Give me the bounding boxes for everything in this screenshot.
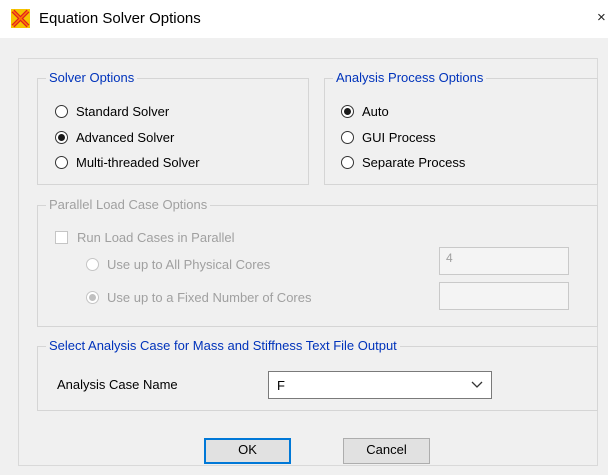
fixed-cores-field[interactable] — [439, 282, 569, 310]
radio-button-disabled[interactable] — [86, 257, 99, 271]
run-in-parallel-checkbox-row[interactable]: Run Load Cases in Parallel — [55, 227, 235, 247]
radio-button-disabled-checked[interactable] — [86, 290, 99, 304]
window-title: Equation Solver Options — [39, 10, 201, 27]
parallel-load-case-legend: Parallel Load Case Options — [46, 197, 211, 213]
radio-button[interactable] — [341, 155, 354, 169]
radio-all-physical-cores[interactable]: Use up to All Physical Cores — [86, 254, 270, 274]
cancel-button[interactable]: Cancel — [343, 438, 430, 464]
physical-cores-field[interactable]: 4 — [439, 247, 569, 275]
run-in-parallel-checkbox[interactable] — [55, 230, 68, 244]
ok-button[interactable]: OK — [204, 438, 291, 464]
radio-multithreaded-solver[interactable]: Multi-threaded Solver — [55, 152, 200, 172]
auto-label: Auto — [362, 103, 389, 119]
close-icon[interactable]: × — [597, 9, 606, 26]
all-physical-cores-label: Use up to All Physical Cores — [107, 256, 271, 272]
analysis-case-value: F — [277, 378, 285, 393]
title-bar: Equation Solver Options × — [0, 0, 608, 38]
radio-standard-solver[interactable]: Standard Solver — [55, 101, 169, 121]
advanced-solver-label: Advanced Solver — [76, 129, 175, 145]
radio-separate-process[interactable]: Separate Process — [341, 152, 465, 172]
analysis-case-name-label: Analysis Case Name — [57, 377, 178, 392]
fixed-number-cores-label: Use up to a Fixed Number of Cores — [107, 289, 312, 305]
radio-advanced-solver[interactable]: Advanced Solver — [55, 127, 174, 147]
radio-button[interactable] — [55, 155, 68, 169]
analysis-process-legend: Analysis Process Options — [333, 70, 487, 86]
solver-options-legend: Solver Options — [46, 70, 138, 86]
radio-fixed-number-cores[interactable]: Use up to a Fixed Number of Cores — [86, 287, 311, 307]
radio-button[interactable] — [341, 130, 354, 144]
output-case-legend: Select Analysis Case for Mass and Stiffn… — [46, 338, 400, 354]
analysis-case-select[interactable]: F — [268, 371, 492, 399]
radio-gui-process[interactable]: GUI Process — [341, 127, 436, 147]
run-in-parallel-label: Run Load Cases in Parallel — [77, 229, 235, 245]
standard-solver-label: Standard Solver — [76, 103, 170, 119]
radio-auto[interactable]: Auto — [341, 101, 389, 121]
gui-process-label: GUI Process — [362, 129, 436, 145]
radio-button-checked[interactable] — [55, 130, 68, 144]
multithreaded-solver-label: Multi-threaded Solver — [76, 154, 200, 170]
radio-button-checked[interactable] — [341, 104, 354, 118]
app-logo-icon — [11, 9, 30, 28]
separate-process-label: Separate Process — [362, 154, 466, 170]
radio-button[interactable] — [55, 104, 68, 118]
chevron-down-icon — [471, 381, 483, 388]
